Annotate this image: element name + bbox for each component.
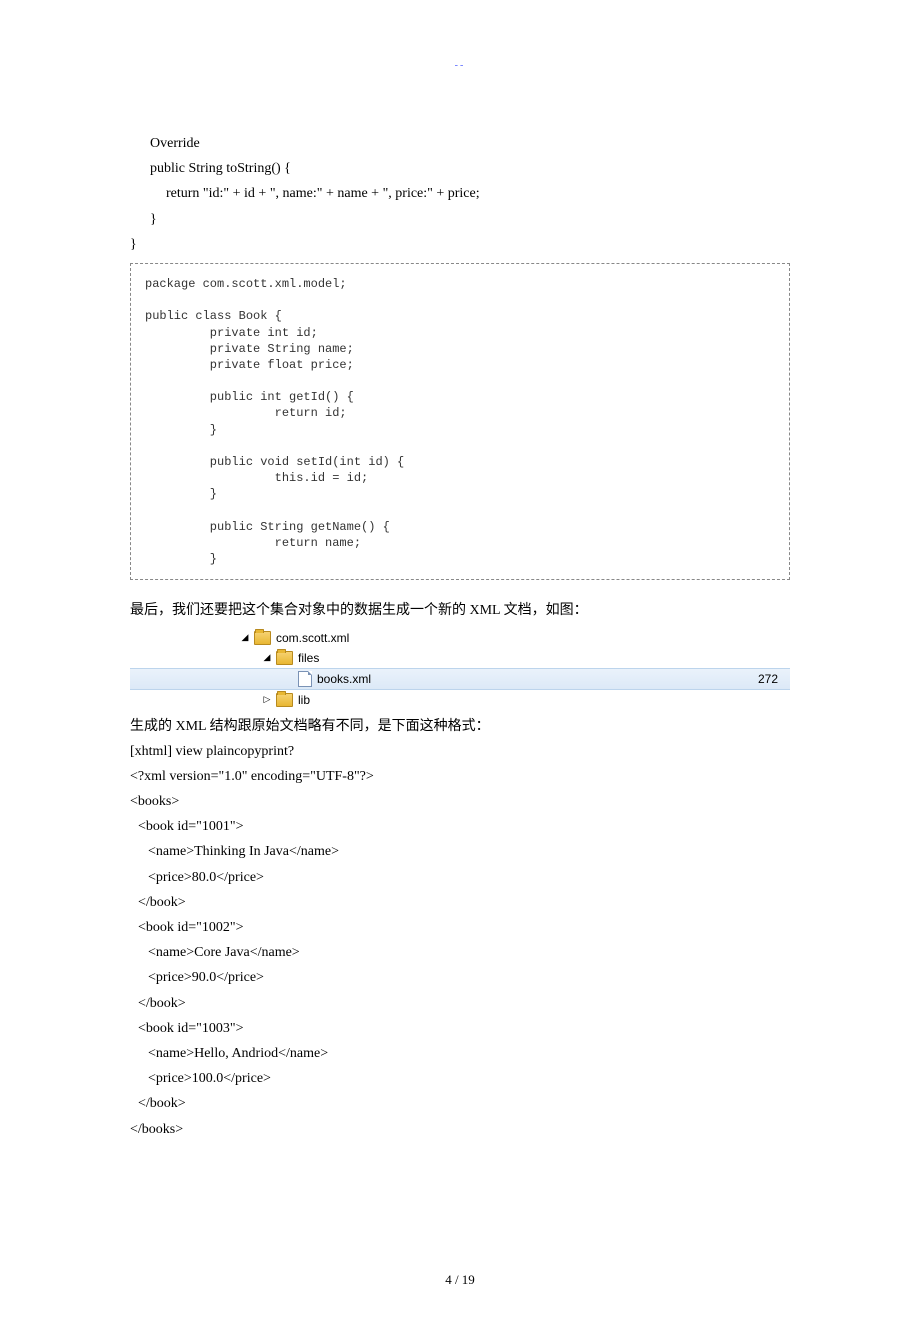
tree-row-folder: ◢ files	[130, 648, 790, 668]
xml-line: <price>100.0</price>	[130, 1066, 790, 1091]
paragraph: 生成的 XML 结构跟原始文档略有不同，是下面这种格式：	[130, 714, 790, 739]
folder-icon	[276, 693, 293, 707]
xml-line: <book id="1001">	[130, 814, 790, 839]
header-decor: --	[130, 60, 790, 71]
disclosure-closed-icon: ▷	[262, 695, 272, 705]
xml-line: <?xml version="1.0" encoding="UTF-8"?>	[130, 764, 790, 789]
xml-line: <name>Thinking In Java</name>	[130, 839, 790, 864]
xml-line: <name>Core Java</name>	[130, 940, 790, 965]
tree-row-file-selected[interactable]: ◢ books.xml 272	[130, 668, 790, 690]
page-number: 4 / 19	[130, 1272, 790, 1288]
disclosure-open-icon: ◢	[262, 653, 272, 663]
tree-label: com.scott.xml	[276, 631, 349, 645]
tree-row-folder: ▷ lib	[130, 690, 790, 710]
xml-line: <book id="1002">	[130, 915, 790, 940]
folder-icon	[254, 631, 271, 645]
paragraph: 最后，我们还要把这个集合对象中的数据生成一个新的 XML 文档，如图：	[130, 598, 790, 623]
xml-line: <price>90.0</price>	[130, 965, 790, 990]
page: -- Override public String toString() { r…	[0, 0, 920, 1328]
xml-line: </book>	[130, 890, 790, 915]
file-icon	[298, 671, 312, 687]
xml-line: <name>Hello, Andriod</name>	[130, 1041, 790, 1066]
tree-label: lib	[298, 693, 310, 707]
disclosure-open-icon: ◢	[240, 633, 250, 643]
file-tree: ◢ com.scott.xml ◢ files ◢ books.xml 272 …	[130, 628, 790, 710]
code-line: }	[130, 207, 790, 232]
xml-line: <book id="1003">	[130, 1016, 790, 1041]
xml-line: </books>	[130, 1117, 790, 1142]
code-line: }	[130, 232, 790, 257]
code-line: public String toString() {	[130, 156, 790, 181]
code-block: package com.scott.xml.model; public clas…	[130, 263, 790, 580]
xml-line: <books>	[130, 789, 790, 814]
tree-row-package: ◢ com.scott.xml	[130, 628, 790, 648]
file-size: 272	[758, 672, 782, 686]
xml-view-link[interactable]: [xhtml] view plaincopyprint?	[130, 739, 790, 764]
folder-icon	[276, 651, 293, 665]
code-line: Override	[130, 131, 790, 156]
xml-line: <price>80.0</price>	[130, 865, 790, 890]
tree-label: files	[298, 651, 319, 665]
xml-line: </book>	[130, 991, 790, 1016]
tree-label: books.xml	[317, 672, 371, 686]
xml-line: </book>	[130, 1091, 790, 1116]
code-line: return "id:" + id + ", name:" + name + "…	[130, 181, 790, 206]
